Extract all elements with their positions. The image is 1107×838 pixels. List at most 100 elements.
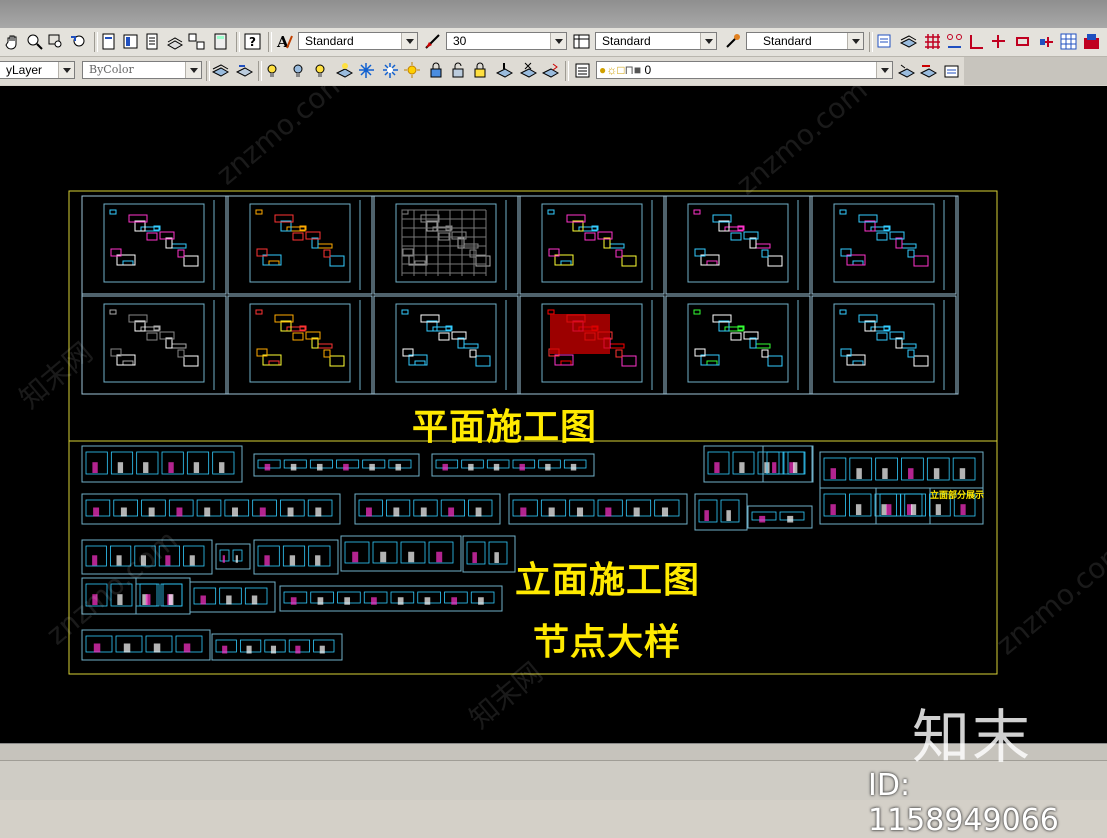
layer-properties-icon[interactable] xyxy=(212,62,229,79)
snap-icon[interactable] xyxy=(946,33,963,50)
detail-section-title: 节点大样 xyxy=(533,622,682,663)
elevation-detail xyxy=(204,507,211,517)
ortho-icon[interactable] xyxy=(968,33,985,50)
drawing-canvas[interactable]: 平面施工图 立面施工图 节点大样 立面部分展示 知末网 znzmo.com zn… xyxy=(0,86,1107,743)
elevation-detail xyxy=(264,463,271,471)
elevation-detail xyxy=(176,507,183,517)
text-style-icon[interactable]: A xyxy=(276,33,293,50)
text-style-dropdown[interactable]: Standard xyxy=(298,32,418,50)
otrack-icon[interactable] xyxy=(1038,33,1055,50)
table-style-icon[interactable] xyxy=(573,33,590,50)
elevation-detail xyxy=(570,463,577,471)
plot-icon: □ xyxy=(617,63,625,77)
elevation-detail xyxy=(468,463,474,471)
help-icon[interactable]: ? xyxy=(244,33,261,50)
mleader-style-dropdown[interactable]: Standard xyxy=(746,32,864,50)
freeze-icon[interactable] xyxy=(358,62,375,79)
layer-merge-icon[interactable] xyxy=(496,62,513,79)
layer-previous-state-icon[interactable] xyxy=(943,62,960,79)
grid-icon[interactable] xyxy=(924,33,941,50)
elevation-detail xyxy=(366,507,372,517)
elevation-detail xyxy=(251,595,258,605)
elevation-detail xyxy=(451,597,458,605)
isolate-layer-icon[interactable] xyxy=(290,62,307,79)
dim-scale-dropdown[interactable]: 30 xyxy=(446,32,567,50)
zoom-previous-icon[interactable] xyxy=(70,33,87,50)
multileader-style-icon[interactable] xyxy=(724,33,741,50)
elevation-detail xyxy=(605,507,612,517)
elevation-detail xyxy=(704,510,709,521)
sun-icon[interactable] xyxy=(404,62,421,79)
elevation-detail xyxy=(478,597,484,605)
sheet-set-icon[interactable] xyxy=(166,33,183,50)
style-manager-icon[interactable] xyxy=(876,33,893,50)
layout-icon[interactable] xyxy=(1083,33,1100,50)
osnap-icon[interactable] xyxy=(1014,33,1031,50)
elevation-detail xyxy=(92,462,98,473)
calculator-icon[interactable] xyxy=(212,33,229,50)
elevation-detail xyxy=(830,504,836,515)
plan-section-title: 平面施工图 xyxy=(412,407,598,448)
partial-elevation-note: 立面部分展示 xyxy=(930,491,985,501)
elevation-detail xyxy=(960,504,966,515)
elevation-detail xyxy=(959,468,966,479)
elevation-detail xyxy=(493,463,500,471)
layer-state-dropdown[interactable]: ●☼□⊓■ 0 xyxy=(596,61,893,79)
dim-scale-value: 30 xyxy=(453,34,467,48)
design-center-icon[interactable] xyxy=(122,33,139,50)
make-current-icon[interactable] xyxy=(898,62,915,79)
pan-hand-icon[interactable] xyxy=(4,33,21,50)
elevation-detail xyxy=(442,463,448,471)
markup-set-icon[interactable] xyxy=(188,33,205,50)
elevation-detail xyxy=(772,462,777,473)
lock-icon[interactable] xyxy=(428,62,445,79)
thaw-icon[interactable] xyxy=(382,62,399,79)
svg-text:?: ? xyxy=(249,35,256,49)
elevation-detail xyxy=(397,597,404,605)
dim-style-dropdown[interactable]: Standard xyxy=(595,32,717,50)
lock-layer-icon[interactable] xyxy=(472,62,489,79)
layer-previous-icon[interactable] xyxy=(236,62,253,79)
elevation-detail xyxy=(316,463,323,471)
elevation-detail xyxy=(910,504,917,515)
tool-palettes-icon[interactable] xyxy=(144,33,161,50)
table-icon[interactable] xyxy=(1060,33,1077,50)
elevation-detail xyxy=(856,468,862,479)
elevation-detail xyxy=(259,507,266,517)
elevation-detail xyxy=(472,552,477,563)
layer-walk-icon[interactable] xyxy=(336,62,353,79)
layer-dropdown[interactable]: yLayer xyxy=(0,61,75,79)
unlock-icon[interactable] xyxy=(450,62,467,79)
light-bulb-icon[interactable] xyxy=(264,62,281,79)
elevation-detail xyxy=(232,507,238,517)
properties-icon[interactable] xyxy=(100,33,117,50)
layer-manager-icon[interactable] xyxy=(574,62,591,79)
image-id-label: ID: 1158949066 xyxy=(868,768,1059,838)
elevation-detail xyxy=(520,507,527,517)
layer-delete-icon[interactable] xyxy=(520,62,537,79)
elevation-detail xyxy=(246,645,252,654)
sun-state-icon: ☼ xyxy=(606,63,618,77)
polar-icon[interactable] xyxy=(990,33,1007,50)
layer-match-icon[interactable] xyxy=(920,62,937,79)
zoom-realtime-icon[interactable] xyxy=(26,33,43,50)
elevation-detail xyxy=(123,643,131,653)
dimension-style-icon[interactable] xyxy=(424,33,441,50)
layer-translate-icon[interactable] xyxy=(542,62,559,79)
elevation-detail xyxy=(882,468,888,479)
unisolate-icon[interactable] xyxy=(312,62,329,79)
elevation-detail xyxy=(369,463,375,471)
color-dropdown[interactable]: ByColor xyxy=(82,61,202,79)
elevation-detail xyxy=(633,507,640,517)
unlock-state-icon: ⊓ xyxy=(624,63,634,77)
elevation-detail xyxy=(120,507,127,517)
elevation-detail xyxy=(92,555,98,566)
elevation-detail xyxy=(270,645,277,654)
elevation-detail xyxy=(143,462,149,473)
color-value: ByColor xyxy=(89,63,134,76)
layer-stack-icon[interactable] xyxy=(900,33,917,50)
elevation-detail xyxy=(315,507,322,517)
elevation-detail xyxy=(380,551,387,563)
zoom-window-icon[interactable] xyxy=(48,33,65,50)
elevation-detail xyxy=(408,551,415,563)
